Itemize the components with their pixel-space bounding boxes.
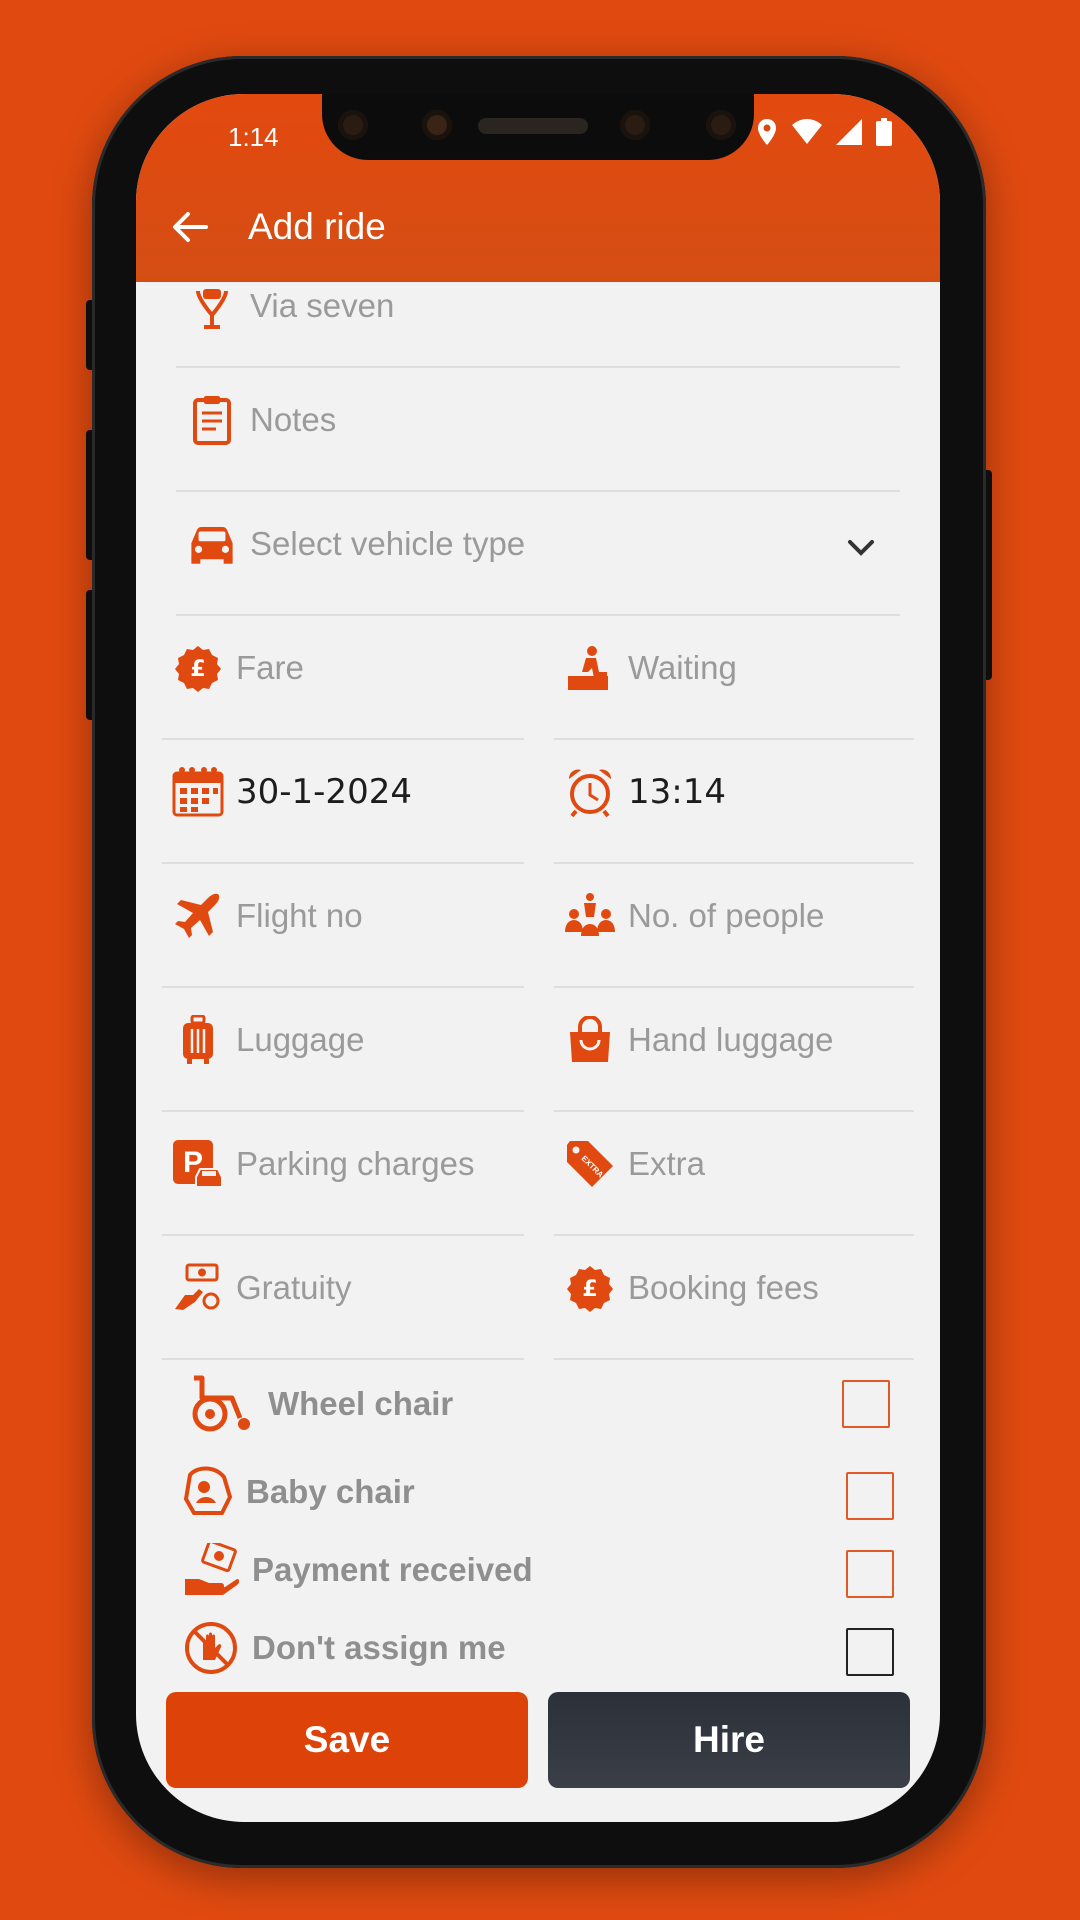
- save-button[interactable]: Save: [166, 1692, 528, 1788]
- suitcase-icon: [172, 1014, 224, 1066]
- luggage-label: Luggage: [236, 1021, 365, 1058]
- baby-seat-icon: [182, 1466, 234, 1518]
- sensor: [338, 110, 368, 140]
- earpiece-speaker: [478, 118, 588, 134]
- divider: [176, 490, 900, 492]
- divider: [162, 986, 524, 988]
- fare-label: Fare: [236, 649, 304, 686]
- divider: [162, 1234, 524, 1236]
- time-field[interactable]: 13:14: [564, 766, 726, 818]
- payment-received-checkbox[interactable]: [846, 1550, 894, 1598]
- waiting-label: Waiting: [628, 649, 737, 686]
- people-label: No. of people: [628, 897, 825, 934]
- calendar-icon: [172, 766, 224, 818]
- gratuity-field[interactable]: Gratuity: [172, 1262, 352, 1314]
- alarm-clock-icon: [564, 766, 616, 818]
- divider: [176, 614, 900, 616]
- waiting-field[interactable]: Waiting: [564, 642, 737, 694]
- vehicle-type-label: Select vehicle type: [250, 525, 526, 562]
- parking-car-icon: P: [172, 1138, 224, 1190]
- battery-icon: [876, 118, 892, 146]
- via-field[interactable]: Via seven: [186, 280, 394, 332]
- pound-badge-icon: £: [172, 642, 224, 694]
- route-pin-icon: [186, 280, 238, 332]
- price-tag-icon: EXTRA: [564, 1138, 616, 1190]
- divider: [554, 1110, 914, 1112]
- flight-no-label: Flight no: [236, 897, 363, 934]
- hand-luggage-label: Hand luggage: [628, 1021, 834, 1058]
- waiting-person-icon: [564, 642, 616, 694]
- svg-text:£: £: [190, 657, 205, 682]
- airplane-icon: [172, 890, 224, 942]
- time-value: 13:14: [628, 772, 726, 812]
- clipboard-icon: [186, 394, 238, 446]
- payment-received-label: Payment received: [252, 1551, 533, 1588]
- hire-button[interactable]: Hire: [548, 1692, 910, 1788]
- dont-assign-label: Don't assign me: [252, 1629, 506, 1666]
- extra-field[interactable]: EXTRA Extra: [564, 1138, 705, 1190]
- wifi-icon: [792, 119, 822, 144]
- divider: [554, 986, 914, 988]
- front-camera: [422, 110, 452, 140]
- notes-field[interactable]: Notes: [186, 394, 336, 446]
- sensor: [706, 110, 736, 140]
- luggage-field[interactable]: Luggage: [172, 1014, 364, 1066]
- extra-label: Extra: [628, 1145, 706, 1182]
- page-title: Add ride: [248, 206, 386, 247]
- car-icon: [186, 518, 238, 570]
- divider: [554, 738, 914, 740]
- sensor: [620, 110, 650, 140]
- pound-badge-icon: £: [564, 1262, 616, 1314]
- notch: [322, 94, 754, 160]
- divider: [554, 1234, 914, 1236]
- parking-charges-label: Parking charges: [236, 1145, 475, 1182]
- divider: [162, 1358, 524, 1360]
- baby-chair-checkbox[interactable]: [846, 1472, 894, 1520]
- status-time: 1:14: [228, 122, 279, 152]
- booking-fees-label: Booking fees: [628, 1269, 819, 1306]
- tip-hand-icon: [172, 1262, 224, 1314]
- fare-field[interactable]: £ Fare: [172, 642, 304, 694]
- payment-received-option: Payment received: [182, 1543, 533, 1596]
- app-bar: 1:14 Add ride: [136, 94, 940, 282]
- payment-hand-icon: [182, 1543, 240, 1596]
- booking-fees-field[interactable]: £ Booking fees: [564, 1262, 819, 1314]
- via-label: Via seven: [250, 287, 395, 324]
- divider: [176, 366, 900, 368]
- wheel-chair-checkbox[interactable]: [842, 1380, 890, 1428]
- vehicle-type-select[interactable]: Select vehicle type: [186, 518, 876, 570]
- divider: [162, 1110, 524, 1112]
- wheel-chair-label: Wheel chair: [268, 1385, 454, 1422]
- wheelchair-icon: [186, 1372, 256, 1436]
- divider: [554, 1358, 914, 1360]
- signal-icon: [836, 119, 862, 145]
- no-hand-icon: [182, 1622, 240, 1674]
- gratuity-label: Gratuity: [236, 1269, 352, 1306]
- flight-no-field[interactable]: Flight no: [172, 890, 363, 942]
- parking-charges-field[interactable]: P Parking charges: [172, 1138, 474, 1190]
- baby-chair-label: Baby chair: [246, 1473, 415, 1510]
- divider: [162, 862, 524, 864]
- divider: [162, 738, 524, 740]
- dont-assign-option: Don't assign me: [182, 1622, 506, 1674]
- baby-chair-option: Baby chair: [182, 1466, 415, 1518]
- date-value: 30-1-2024: [236, 772, 412, 812]
- screen: 1:14 Add ride Via seven Notes Select veh…: [136, 94, 940, 1822]
- date-field[interactable]: 30-1-2024: [172, 766, 412, 818]
- hand-luggage-field[interactable]: Hand luggage: [564, 1014, 834, 1066]
- chevron-down-icon: [848, 540, 874, 556]
- location-icon: [758, 119, 776, 145]
- dont-assign-checkbox[interactable]: [846, 1628, 894, 1676]
- people-icon: [564, 890, 616, 942]
- svg-text:£: £: [582, 1277, 597, 1302]
- divider: [554, 862, 914, 864]
- wheel-chair-option: Wheel chair: [186, 1372, 453, 1436]
- back-arrow-icon[interactable]: [170, 207, 210, 247]
- handbag-icon: [564, 1014, 616, 1066]
- status-icons: [756, 118, 892, 146]
- notes-label: Notes: [250, 401, 337, 438]
- people-field[interactable]: No. of people: [564, 890, 824, 942]
